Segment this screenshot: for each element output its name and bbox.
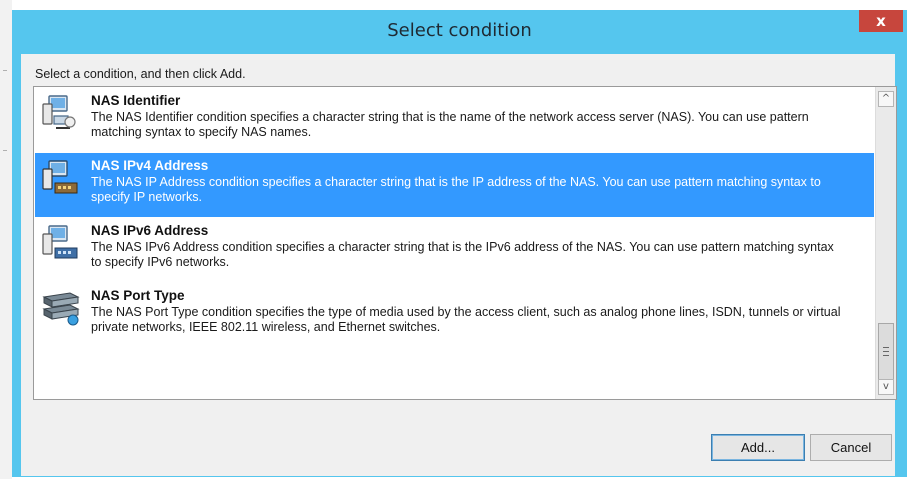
condition-description: The NAS IPv6 Address condition specifies…	[91, 240, 834, 269]
scroll-thumb[interactable]	[878, 323, 894, 381]
dialog-client-area: Select a condition, and then click Add. …	[21, 54, 897, 476]
scroll-up-icon[interactable]: ^	[878, 91, 894, 107]
condition-title: NAS Identifier	[91, 93, 181, 108]
list-scrollbar[interactable]: ^ v	[875, 87, 896, 399]
add-button[interactable]: Add...	[711, 434, 805, 461]
select-condition-dialog: Select condition x Select a condition, a…	[12, 10, 907, 477]
close-icon: x	[876, 12, 886, 30]
network-computer-icon	[42, 95, 76, 129]
instruction-text: Select a condition, and then click Add.	[35, 67, 246, 81]
scroll-down-icon[interactable]: v	[878, 379, 894, 395]
network-ipv6-icon	[42, 225, 78, 259]
condition-item-nas-identifier[interactable]: NAS Identifier The NAS Identifier condit…	[35, 88, 874, 152]
background-desktop-edge	[0, 0, 12, 479]
title-bar[interactable]: Select condition x	[12, 10, 907, 52]
condition-title: NAS IPv4 Address	[91, 158, 209, 173]
condition-title: NAS Port Type	[91, 288, 185, 303]
port-type-icon	[42, 292, 80, 326]
condition-list[interactable]: NAS Identifier The NAS Identifier condit…	[33, 86, 897, 400]
condition-description: The NAS IP Address condition specifies a…	[91, 175, 821, 204]
condition-item-nas-ipv4-address[interactable]: NAS IPv4 Address The NAS IP Address cond…	[35, 153, 874, 217]
dialog-title: Select condition	[387, 20, 532, 41]
condition-item-nas-port-type[interactable]: NAS Port Type The NAS Port Type conditio…	[35, 283, 874, 347]
cancel-button[interactable]: Cancel	[810, 434, 892, 461]
condition-description: The NAS Port Type condition specifies th…	[91, 305, 841, 334]
network-ipv4-icon	[42, 160, 78, 194]
close-button[interactable]: x	[859, 10, 903, 32]
condition-item-nas-ipv6-address[interactable]: NAS IPv6 Address The NAS IPv6 Address co…	[35, 218, 874, 282]
condition-title: NAS IPv6 Address	[91, 223, 209, 238]
condition-description: The NAS Identifier condition specifies a…	[91, 110, 809, 139]
